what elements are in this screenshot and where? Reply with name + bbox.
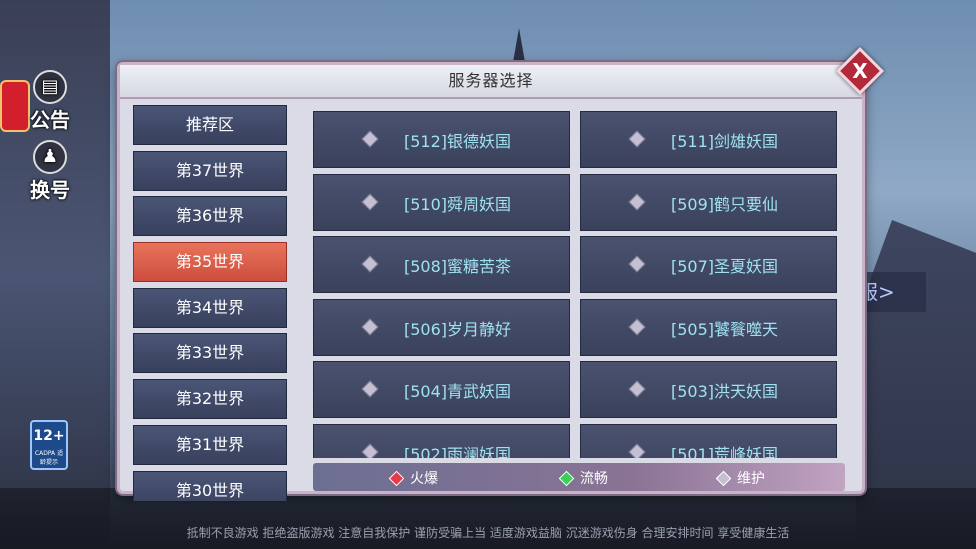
dialog-title: 服务器选择 (120, 65, 862, 99)
age-rating-text: 12+ (33, 428, 65, 444)
legend-label: 维护 (737, 471, 765, 487)
server-item[interactable]: [509]鹤只要仙 (580, 173, 837, 231)
server-select-dialog: 服务器选择 推荐区 第37世界 第36世界 第35世界 第34世界 第33世界 第32世界第… (117, 62, 865, 501)
server-name: [512]银德妖国 (404, 132, 512, 151)
server-status-icon (628, 255, 646, 273)
legend-diamond-icon (715, 470, 732, 487)
legend-item: 火爆 (388, 468, 438, 488)
user-icon: ♟ (33, 140, 67, 174)
server-status-icon (361, 443, 379, 458)
server-name: [511]剑雄妖国 (671, 132, 779, 151)
server-status-icon (628, 130, 646, 148)
server-item[interactable]: [512]银德妖国 (313, 111, 570, 168)
server-status-icon (628, 193, 646, 210)
server-name: [505]饕餮噬天 (671, 319, 779, 339)
server-item[interactable]: [510]舜周妖国 (313, 173, 570, 231)
legend-diamond-icon (388, 470, 405, 487)
world-tab[interactable]: 第35世界 (133, 242, 287, 283)
world-tab[interactable]: 第30世界 (133, 470, 287, 501)
server-status-icon (361, 255, 379, 273)
server-name: [501]荒峰妖国 (671, 444, 779, 459)
server-status-icon (628, 380, 646, 398)
notice-icon: ▤ (33, 70, 67, 104)
server-status-icon (361, 318, 379, 335)
server-status-icon (628, 443, 646, 458)
server-item[interactable]: [501]荒峰妖国 (580, 423, 837, 459)
notice-button[interactable]: ▤ 公告 (20, 70, 80, 133)
server-name: [510]舜周妖国 (404, 194, 512, 214)
world-tab[interactable]: 推荐区 (133, 105, 287, 145)
switch-account-button[interactable]: ♟ 换号 (20, 140, 80, 203)
server-name: [508]蜜糖苦茶 (404, 257, 512, 276)
close-icon: X (852, 59, 868, 83)
health-notice: 抵制不良游戏 拒绝盗版游戏 注意自我保护 谨防受骗上当 适度游戏益脑 沉迷游戏伤… (186, 526, 790, 540)
server-name: [502]雨澜妖国 (404, 444, 512, 459)
server-name: [503]洪天妖国 (671, 382, 779, 401)
server-name: [509]鹤只要仙 (671, 194, 779, 214)
world-tab[interactable]: 第34世界 (133, 287, 287, 328)
world-tab[interactable]: 第36世界 (133, 196, 287, 237)
world-tab[interactable]: 第37世界 (133, 150, 287, 191)
server-item[interactable]: [507]圣夏妖国 (580, 236, 837, 293)
server-status-icon (361, 380, 379, 398)
server-name: [506]岁月静好 (404, 319, 512, 339)
server-item[interactable]: [505]饕餮噬天 (580, 298, 837, 356)
world-tab-list: 推荐区第37世界第36世界第35世界 第34世界第33世界第32世界 第31世界第3… (133, 105, 287, 501)
server-status-icon (361, 193, 379, 210)
legend-diamond-icon (558, 470, 575, 487)
server-item[interactable]: [508]蜜糖苦茶 (313, 236, 570, 293)
server-item[interactable]: [502]雨澜妖国 (313, 423, 570, 459)
legend-label: 流畅 (580, 471, 608, 487)
switch-account-label: 换号 (30, 178, 70, 202)
world-tab[interactable]: 第32世界 (133, 379, 287, 420)
server-name: [507]圣夏妖国 (671, 257, 779, 276)
world-tab[interactable]: 第33世界 (133, 333, 287, 374)
age-rating-caption: CADPA 适龄提示 (34, 450, 64, 466)
legend-item: 流畅 (558, 468, 608, 488)
server-item[interactable]: [506]岁月静好 (313, 298, 570, 356)
notice-label: 公告 (30, 108, 70, 132)
legend-item: 维护 (715, 468, 765, 488)
server-status-icon (361, 130, 379, 148)
age-rating-badge: 12+ CADPA 适龄提示 (30, 420, 68, 470)
server-name: [504]青武妖国 (404, 382, 512, 401)
world-tab[interactable]: 第31世界 (133, 424, 287, 465)
status-legend: 火爆 流畅 维护 (313, 463, 845, 491)
legend-label: 火爆 (410, 471, 438, 487)
server-status-icon (628, 318, 646, 335)
server-item[interactable]: [511]剑雄妖国 (580, 111, 837, 168)
server-item[interactable]: [504]青武妖国 (313, 361, 570, 418)
server-grid: [512]银德妖国 [511]剑雄妖国 [510]舜周妖国 [509]鹤只要仙 [508… (313, 111, 840, 458)
server-item[interactable]: [503]洪天妖国 (580, 361, 837, 418)
